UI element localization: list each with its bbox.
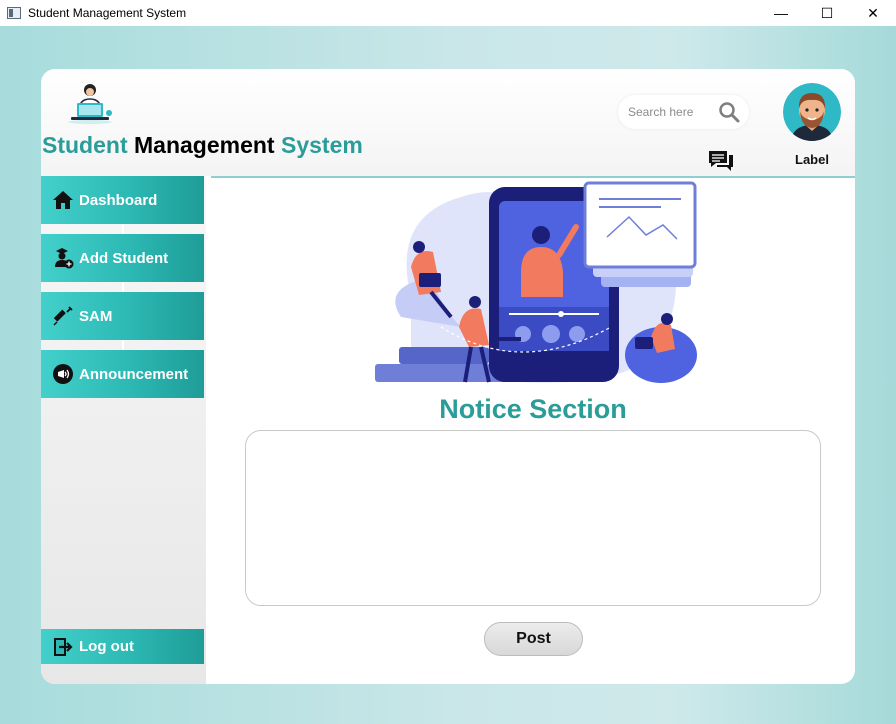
sidebar-item-dashboard[interactable]: Dashboard (41, 176, 204, 224)
avatar[interactable] (783, 83, 841, 141)
divider (122, 282, 124, 292)
search-box (618, 95, 749, 129)
notice-section-title: Notice Section (439, 394, 627, 424)
main-card: Student Management System Search here La… (41, 69, 855, 684)
divider (122, 340, 124, 350)
logout-label: Log out (79, 638, 134, 655)
sidebar-item-sam[interactable]: SAM (41, 292, 204, 340)
student-laptop-logo-icon (68, 84, 112, 124)
logout-icon (52, 636, 74, 658)
user-avatar-icon (783, 83, 841, 141)
logout-button[interactable]: Log out (41, 629, 204, 664)
brand-word-management: Management (134, 132, 275, 158)
home-icon (52, 189, 74, 211)
window-titlebar: Student Management System — ☐ ✕ (0, 0, 896, 26)
search-input[interactable] (628, 103, 713, 121)
window-title: Student Management System (28, 6, 187, 20)
avatar-label: Label (795, 152, 829, 167)
window-controls: — ☐ ✕ (758, 0, 896, 26)
chat-icon[interactable] (708, 150, 734, 172)
online-learning-illustration (375, 181, 697, 383)
maximize-button[interactable]: ☐ (804, 0, 850, 26)
post-button[interactable]: Post (484, 622, 583, 656)
divider (122, 224, 124, 234)
header: Student Management System Search here La… (41, 69, 855, 176)
sidebar-item-label: Dashboard (79, 191, 158, 209)
sidebar-item-label: SAM (79, 307, 113, 325)
add-student-icon (52, 247, 74, 269)
sidebar-item-add-student[interactable]: Add Student (41, 234, 204, 282)
notice-textarea[interactable] (245, 430, 821, 606)
close-button[interactable]: ✕ (850, 0, 896, 26)
announcement-icon (52, 363, 74, 385)
brand-word-student: Student (42, 132, 128, 158)
syringe-icon (52, 305, 74, 327)
brand-word-system: System (280, 132, 363, 158)
minimize-button[interactable]: — (758, 0, 804, 26)
app-icon (7, 7, 21, 19)
brand-title: Student Management System (42, 132, 363, 159)
sidebar-item-label: Add Student (79, 249, 169, 267)
sidebar-item-announcement[interactable]: Announcement (41, 350, 204, 398)
sidebar-item-label: Announcement (79, 365, 189, 383)
sidebar: Dashboard Add Student SAM Announcement L… (41, 176, 206, 684)
search-icon[interactable] (718, 101, 740, 123)
